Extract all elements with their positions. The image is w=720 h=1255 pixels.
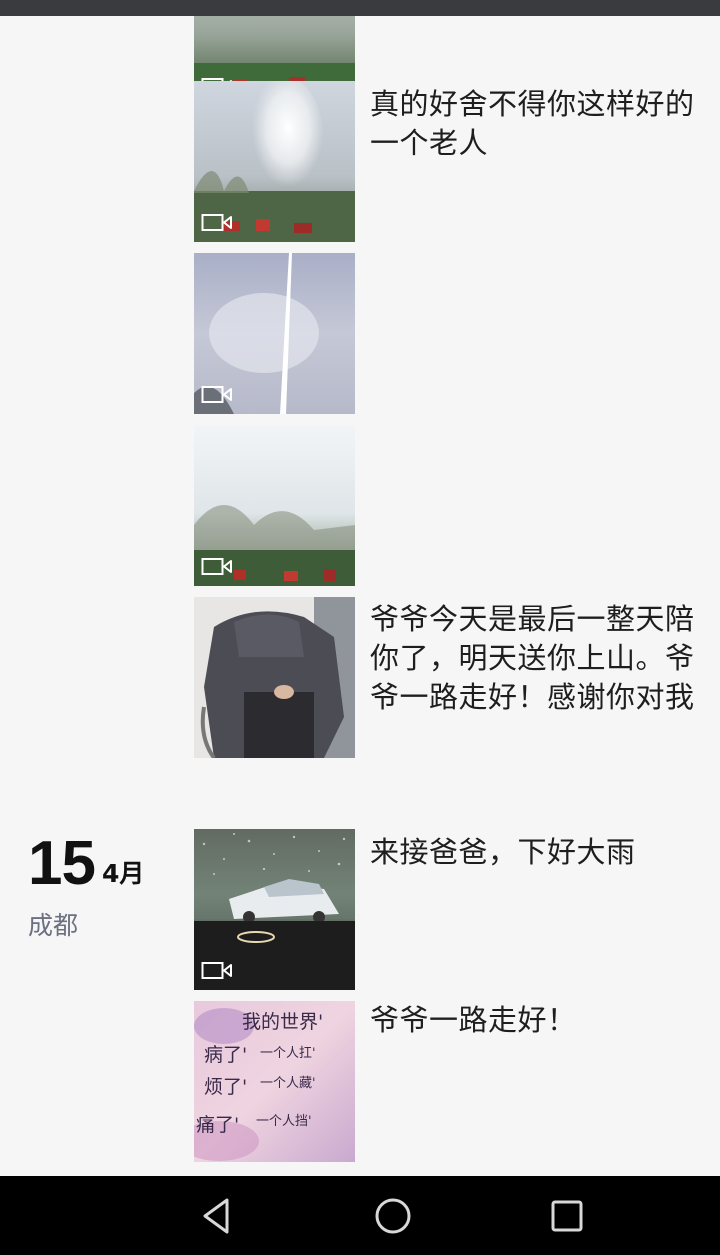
video-camera-icon (201, 962, 232, 979)
video-thumbnail[interactable] (194, 81, 355, 242)
back-button[interactable] (197, 1194, 241, 1238)
home-button[interactable] (371, 1194, 415, 1238)
photo-image (194, 597, 355, 758)
text-image-line: 一个人扛' (260, 1045, 316, 1061)
back-triangle-icon (203, 1198, 229, 1234)
video-thumbnail[interactable] (194, 253, 355, 414)
text-image-line: 烦了' (204, 1076, 247, 1098)
video-thumbnail[interactable] (194, 425, 355, 586)
photo-thumbnail[interactable]: 我的世界' 病了' 一个人扛' 烦了' 一个人藏' 痛了' 一个人挡' (194, 1001, 355, 1162)
recents-button[interactable] (545, 1194, 589, 1238)
video-camera-icon (201, 386, 232, 403)
date-day: 15 (28, 829, 96, 898)
video-camera-icon (201, 214, 232, 231)
text-image-line: 一个人挡' (256, 1114, 312, 1129)
text-image-line: 痛了' (196, 1114, 239, 1136)
video-camera-icon (201, 558, 232, 575)
photo-thumbnail[interactable] (194, 597, 355, 758)
post-caption: 爷爷一路走好！ (370, 1003, 577, 1037)
date-month: 4月 (102, 859, 145, 888)
text-image-line: 一个人藏' (260, 1076, 316, 1091)
text-image-line: 病了' (204, 1044, 247, 1066)
post-location: 成都 (28, 911, 79, 940)
text-image: 我的世界' 病了' 一个人扛' 烦了' 一个人藏' 痛了' 一个人挡' (194, 1001, 355, 1162)
post-caption: 真的好舍不得你这样好的一个老人 (370, 87, 695, 160)
post-caption: 爷爷今天是最后一整天陪你了，明天送你上山。爷爷一路走好！感谢你对我这么... (370, 602, 695, 714)
recents-square-icon (551, 1200, 583, 1232)
post-caption: 来接爸爸，下好大雨 (370, 835, 636, 869)
home-circle-icon (375, 1198, 411, 1234)
status-bar (0, 0, 720, 16)
text-image-line: 我的世界' (242, 1011, 323, 1033)
moments-feed[interactable]: 真的好舍不得你这样好的一个老人 爷爷今天是最后一整天陪你了，明天送你上山。爷爷一… (0, 16, 720, 1176)
video-thumbnail[interactable] (194, 829, 355, 990)
system-navigation-bar (0, 1176, 720, 1255)
